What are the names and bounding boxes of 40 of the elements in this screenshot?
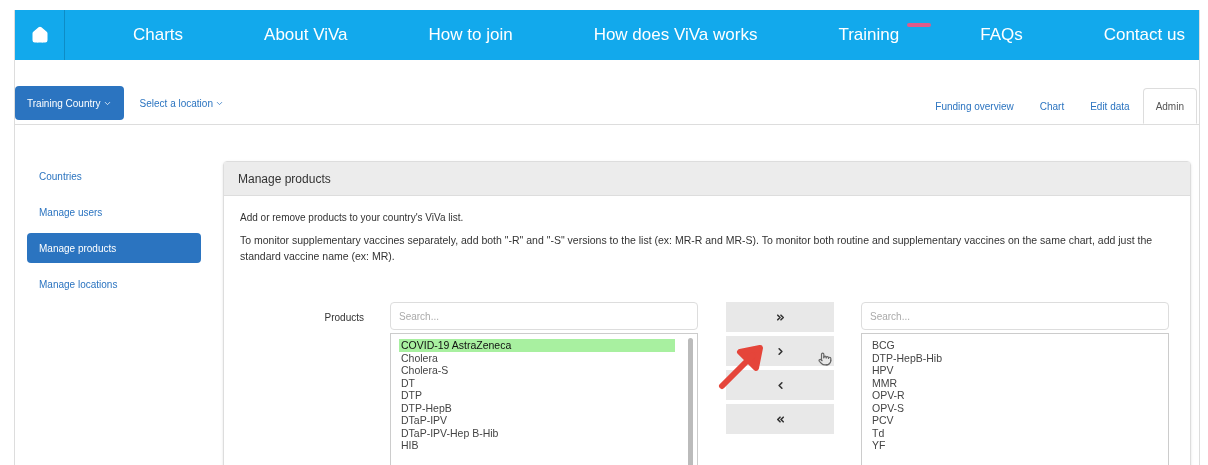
scrollbar[interactable] <box>688 338 693 465</box>
list-option[interactable]: HIB <box>399 439 675 452</box>
tab[interactable]: Funding overview <box>922 88 1027 124</box>
hand-cursor-icon <box>818 352 832 366</box>
list-option[interactable]: OPV-S <box>870 401 1146 414</box>
move-button[interactable] <box>726 370 834 400</box>
tab[interactable]: Chart <box>1026 88 1078 124</box>
products-label: Products <box>323 311 365 325</box>
sidebar-item[interactable]: Manage users <box>27 197 201 227</box>
list-option[interactable]: DTP <box>399 389 675 402</box>
sidebar-item[interactable]: Manage products <box>27 233 201 263</box>
list-option[interactable]: Td <box>870 426 1146 439</box>
home-icon <box>30 26 49 44</box>
sidebar-item[interactable]: Manage locations <box>27 269 201 299</box>
panel-title: Manage products <box>238 170 331 188</box>
list-option[interactable]: MMR <box>870 376 1146 389</box>
list-option[interactable]: YF <box>870 439 1146 452</box>
tab[interactable]: Admin <box>1142 88 1197 124</box>
list-option[interactable]: DTP-HepB-Hib <box>870 351 1146 364</box>
tab[interactable]: Edit data <box>1077 88 1143 124</box>
list-option[interactable]: DTaP-IPV-Hep B-Hib <box>399 426 675 439</box>
list-option[interactable]: BCG <box>870 339 1146 352</box>
country-dropdown[interactable]: Training Country <box>15 86 124 120</box>
note-text: To monitor supplementary vaccines separately, add both "-R" and "-S" versions to the list (ex: MR-R and MR-S). To monitor both routine and supplementary vaccines on the same chart, add just the standard vaccine name (ex: MR). <box>240 233 1154 264</box>
list-option[interactable]: DTP-HepB <box>399 401 675 414</box>
intro-text: Add or remove products to your country's ViVa list. <box>240 211 465 225</box>
location-dropdown[interactable]: Select a location <box>139 95 224 111</box>
list-option[interactable]: Cholera-S <box>399 364 675 377</box>
double-left-chevron-icon <box>774 413 786 425</box>
double-right-chevron-icon <box>774 311 786 323</box>
list-option[interactable]: COVID-19 AstraZeneca <box>399 339 675 352</box>
list-option[interactable]: DT <box>399 376 675 389</box>
search-field[interactable]: Search... <box>861 302 1169 330</box>
list-option[interactable]: OPV-R <box>870 389 1146 402</box>
sidebar-item[interactable]: Countries <box>27 161 201 191</box>
list-option[interactable]: HPV <box>870 364 1146 377</box>
search-field[interactable]: Search... <box>390 302 698 330</box>
list-option[interactable]: Cholera <box>399 351 675 364</box>
list-option[interactable]: PCV <box>870 414 1146 427</box>
list-option[interactable]: DTaP-IPV <box>399 414 675 427</box>
